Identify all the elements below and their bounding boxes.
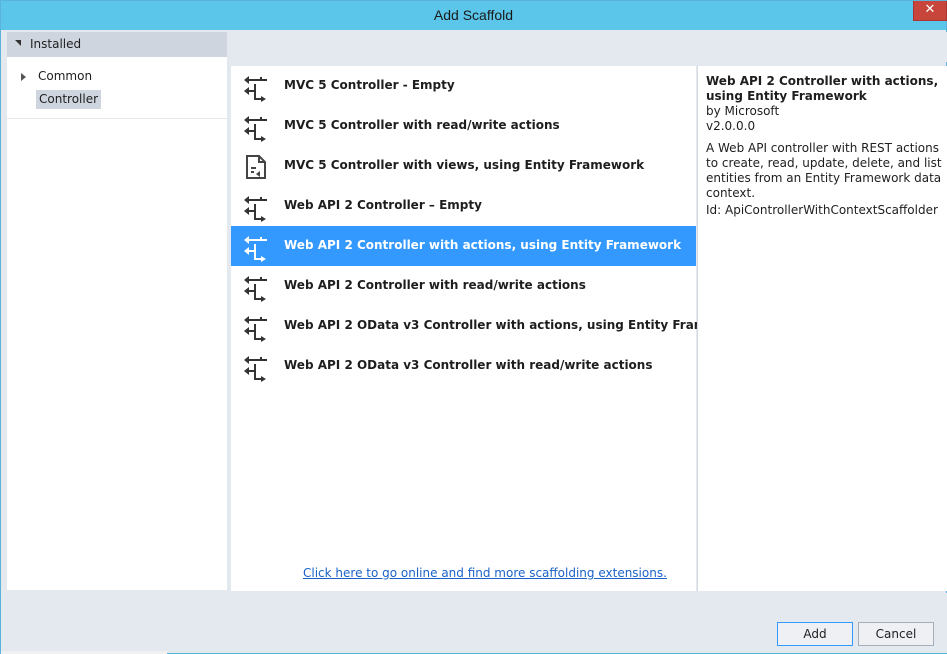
cancel-button[interactable]: Cancel <box>858 622 934 646</box>
list-item-label: Web API 2 Controller with actions, using… <box>284 238 682 252</box>
list-item-label: Web API 2 OData v3 Controller with read/… <box>284 358 653 372</box>
list-item-selected[interactable]: Web API 2 Controller with actions, using… <box>231 226 696 266</box>
details-title: Web API 2 Controller with actions, using… <box>706 74 939 103</box>
list-item[interactable]: MVC 5 Controller with views, using Entit… <box>231 146 696 186</box>
list-item-label: MVC 5 Controller with views, using Entit… <box>284 158 645 172</box>
controller-icon <box>243 75 268 102</box>
list-item[interactable]: MVC 5 Controller - Empty <box>231 66 696 106</box>
controller-icon <box>243 235 268 262</box>
list-item[interactable]: MVC 5 Controller with read/write actions <box>231 106 696 146</box>
expand-triangle-icon[interactable] <box>21 73 26 81</box>
category-tree-panel: Installed Common Controller <box>7 32 227 590</box>
controller-icon <box>243 315 268 342</box>
controller-icon <box>243 195 268 222</box>
collapse-triangle-icon[interactable] <box>15 40 21 46</box>
add-scaffold-dialog: Add Scaffold ✕ Installed Common Controll… <box>0 0 947 654</box>
dialog-title: Add Scaffold <box>433 7 514 23</box>
divider <box>7 118 227 119</box>
header-strip <box>229 32 947 62</box>
list-item-label: Web API 2 OData v3 Controller with actio… <box>284 318 748 332</box>
installed-label: Installed <box>30 37 82 51</box>
scaffold-list: MVC 5 Controller - Empty MVC 5 Controlle… <box>231 66 748 591</box>
details-panel: Web API 2 Controller with actions, using… <box>697 66 947 591</box>
controller-icon <box>243 355 268 382</box>
details-version: v2.0.0.0 <box>706 119 756 133</box>
list-item[interactable]: Web API 2 OData v3 Controller with read/… <box>231 346 696 386</box>
details-author: by Microsoft <box>706 104 780 118</box>
list-item-label: MVC 5 Controller with read/write actions <box>284 118 560 132</box>
list-item[interactable]: Web API 2 Controller – Empty <box>231 186 696 226</box>
close-button[interactable]: ✕ <box>913 1 947 21</box>
online-extensions-link[interactable]: Click here to go online and find more sc… <box>303 566 667 580</box>
list-item-label: Web API 2 Controller – Empty <box>284 198 482 212</box>
controller-icon <box>243 275 268 302</box>
add-button[interactable]: Add <box>777 622 853 646</box>
details-description: A Web API controller with REST actions t… <box>706 141 942 200</box>
controller-views-icon <box>246 155 266 179</box>
title-bar[interactable]: Add Scaffold ✕ <box>1 1 947 30</box>
list-item[interactable]: Web API 2 OData v3 Controller with actio… <box>231 306 748 346</box>
list-item-label: Web API 2 Controller with read/write act… <box>284 278 586 292</box>
tree-item-label: Common <box>38 69 93 83</box>
tree-item-controller[interactable]: Controller <box>36 90 102 109</box>
controller-icon <box>243 115 268 142</box>
list-item-label: MVC 5 Controller - Empty <box>284 78 455 92</box>
list-item[interactable]: Web API 2 Controller with read/write act… <box>231 266 696 306</box>
details-id: Id: ApiControllerWithContextScaffolder <box>706 203 938 217</box>
installed-header[interactable]: Installed <box>7 32 227 57</box>
